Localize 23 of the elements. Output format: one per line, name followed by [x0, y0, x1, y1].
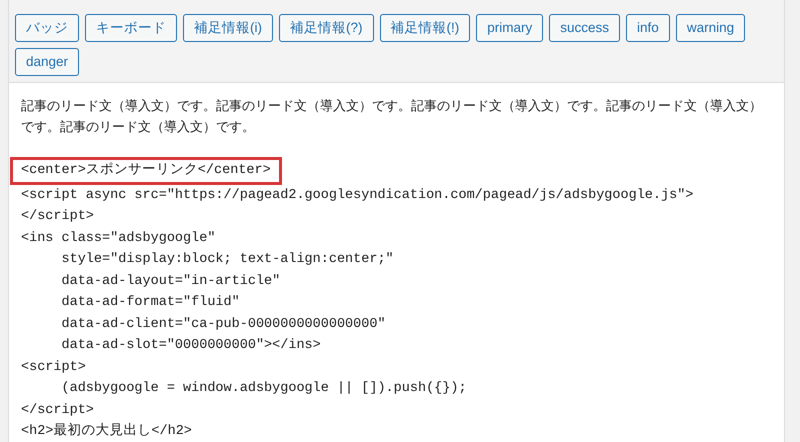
toolbar-button[interactable]: primary [476, 14, 544, 42]
code-line: <script> [21, 358, 86, 376]
toolbar-button[interactable]: warning [676, 14, 746, 42]
toolbar-button[interactable]: 補足情報(i) [183, 14, 273, 42]
code-line: </script> [21, 208, 94, 226]
code-line: style="display:block; text-align:center;" [60, 251, 394, 269]
code-line: (adsbygoogle = window.adsbygoogle || []).push({}); [60, 380, 467, 398]
code-line: data-ad-layout="in-article" [60, 272, 280, 290]
lead-paragraph: 記事のリード文（導入文）です。記事のリード文（導入文）です。記事のリード文（導入文）です。記事のリード文（導入文）です。記事のリード文（導入文）です。 [21, 97, 763, 136]
code-line: <h2>最初の大見出し</h2> [21, 422, 192, 441]
code-line: data-ad-slot="0000000000"></ins> [60, 337, 321, 355]
toolbar-button[interactable]: キーボード [85, 14, 177, 42]
toolbar-button[interactable]: バッジ [15, 14, 79, 42]
toolbar-button[interactable]: success [549, 14, 620, 42]
toolbar-button[interactable]: 補足情報(?) [279, 14, 374, 42]
code-line: </script> [21, 402, 94, 420]
toolbar-button[interactable]: info [626, 14, 670, 42]
code-line: <ins class="adsbygoogle" [21, 230, 216, 248]
toolbar-button[interactable]: danger [15, 48, 80, 76]
code-line: <script async src="https://pagead2.googlesyndication.com/pagead/js/adsbygoogle.js"> [21, 186, 694, 204]
toolbar-button[interactable]: 補足情報(!) [380, 14, 470, 42]
code-line: data-ad-format="fluid" [60, 294, 240, 312]
code-line: data-ad-client="ca-pub-0000000000000000" [60, 316, 386, 334]
